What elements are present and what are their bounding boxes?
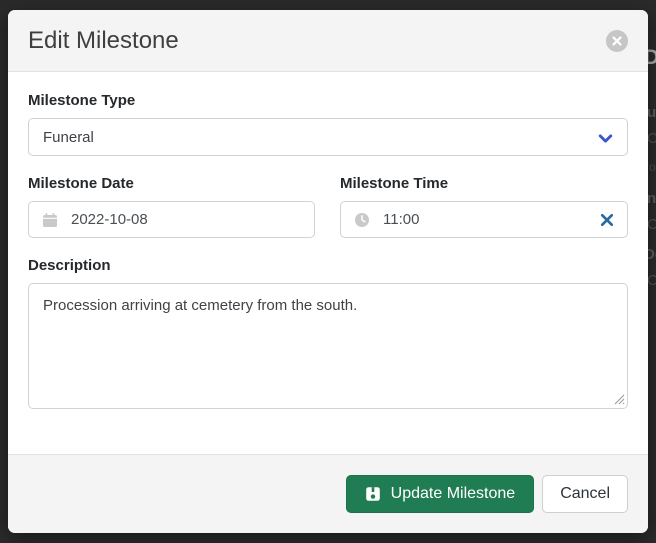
close-button[interactable] bbox=[606, 30, 628, 52]
resize-grip-icon[interactable] bbox=[614, 394, 625, 405]
clear-x-icon bbox=[600, 215, 614, 230]
modal-body: Milestone Type Funeral Milestone Date bbox=[8, 72, 648, 454]
date-time-row: Milestone Date Milestone Time bbox=[28, 175, 628, 238]
milestone-type-select[interactable]: Funeral bbox=[28, 118, 628, 156]
description-field: Description Procession arriving at cemet… bbox=[28, 257, 628, 409]
update-milestone-label: Update Milestone bbox=[391, 485, 516, 503]
modal-footer: Update Milestone Cancel bbox=[8, 454, 648, 533]
update-milestone-button[interactable]: Update Milestone bbox=[346, 475, 535, 513]
description-textarea[interactable]: Procession arriving at cemetery from the… bbox=[28, 283, 628, 409]
backdrop-text-fragment: C bbox=[647, 130, 656, 147]
milestone-time-label: Milestone Time bbox=[340, 175, 628, 192]
milestone-date-input-group bbox=[28, 201, 315, 238]
milestone-date-field: Milestone Date bbox=[28, 175, 315, 238]
milestone-time-input-group bbox=[340, 201, 628, 238]
clock-icon bbox=[354, 212, 370, 228]
close-icon bbox=[612, 36, 622, 46]
backdrop-text-fragment: C bbox=[647, 216, 656, 233]
chevron-down-icon bbox=[597, 130, 614, 147]
milestone-type-value: Funeral bbox=[43, 129, 94, 146]
calendar-icon bbox=[42, 212, 58, 228]
cancel-label: Cancel bbox=[560, 485, 610, 503]
description-label: Description bbox=[28, 257, 628, 274]
milestone-type-field: Milestone Type Funeral bbox=[28, 92, 628, 156]
cancel-button[interactable]: Cancel bbox=[542, 475, 628, 513]
clear-time-button[interactable] bbox=[600, 213, 614, 227]
backdrop-text-fragment: C bbox=[647, 272, 656, 289]
description-textarea-wrap: Procession arriving at cemetery from the… bbox=[28, 283, 628, 409]
backdrop-text-fragment: u bbox=[647, 104, 656, 121]
modal-title: Edit Milestone bbox=[28, 27, 179, 55]
save-icon bbox=[365, 486, 381, 502]
milestone-time-input[interactable] bbox=[383, 211, 587, 228]
modal-header: Edit Milestone bbox=[8, 10, 648, 72]
milestone-date-label: Milestone Date bbox=[28, 175, 315, 192]
milestone-type-label: Milestone Type bbox=[28, 92, 628, 109]
backdrop-text-fragment: n bbox=[647, 190, 656, 207]
milestone-time-field: Milestone Time bbox=[340, 175, 628, 238]
milestone-date-input[interactable] bbox=[71, 211, 301, 228]
edit-milestone-modal: Edit Milestone Milestone Type Funeral bbox=[8, 10, 648, 533]
screen: D u C ro n C De C Edit Milestone Milesto… bbox=[0, 0, 656, 543]
